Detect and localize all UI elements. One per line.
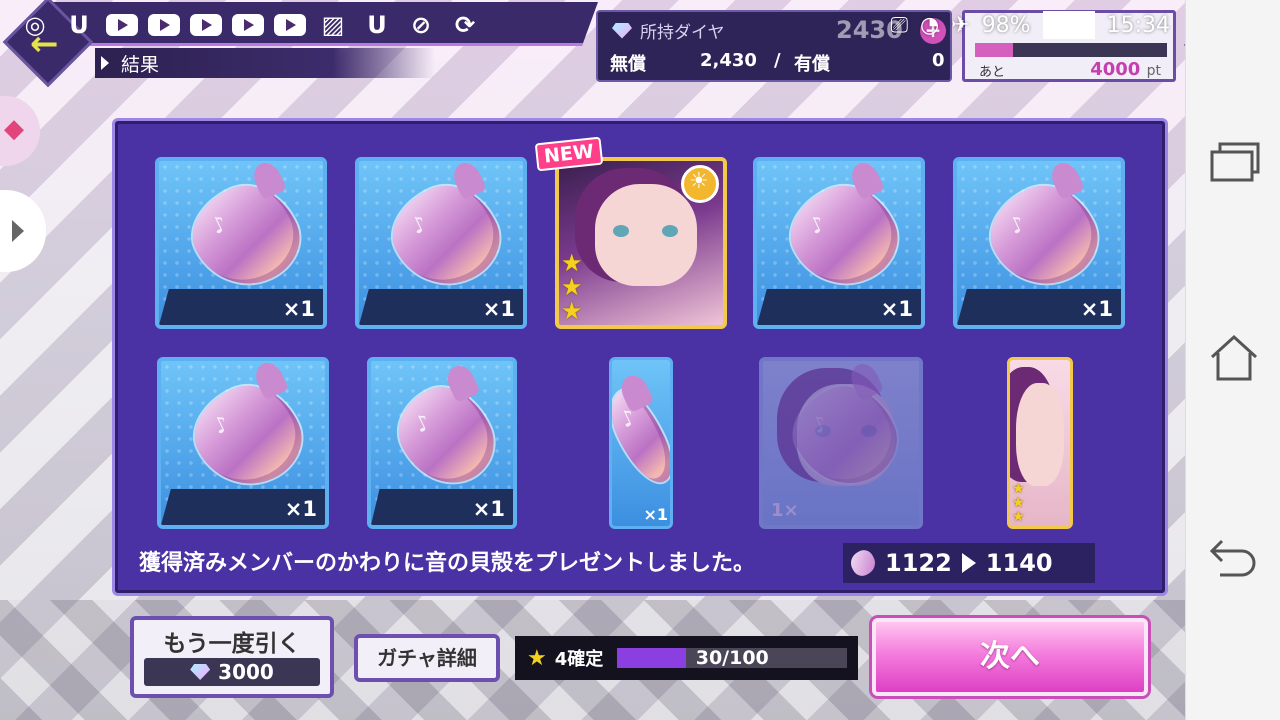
clock: 15:34 xyxy=(1106,12,1170,38)
arrow-right-icon xyxy=(961,553,976,573)
home-button[interactable] xyxy=(1208,332,1260,384)
back-nav-button[interactable] xyxy=(1208,532,1260,584)
youtube-icon xyxy=(190,14,222,36)
result-card-shell[interactable]: ×1 xyxy=(355,157,527,329)
youtube-icon xyxy=(232,14,264,36)
guarantee-counter: ★ 4確定 30/100 xyxy=(515,636,858,680)
item-quantity: ×1 xyxy=(880,297,913,321)
result-card-shell[interactable]: ×1 xyxy=(367,357,517,529)
rarity-stars: ★ ★ ★ xyxy=(1012,482,1025,524)
system-status: ⎚ ◔ ✈ 98% 15:34 xyxy=(890,8,1170,42)
item-quantity: ×1 xyxy=(282,297,315,321)
recent-apps-button[interactable] xyxy=(1208,135,1260,187)
star-icon: ★ xyxy=(561,249,583,277)
next-button[interactable]: 次へ xyxy=(872,618,1148,696)
result-card-shell[interactable]: ×1 xyxy=(155,157,327,329)
diamond-breakdown: 無償 2,430 / 有償 0 xyxy=(608,48,946,75)
attribute-happy-icon xyxy=(681,165,719,203)
gamepad-icon: ◆ xyxy=(4,114,24,144)
shell-count-before: 1122 xyxy=(885,549,952,577)
diamond-title: 所持ダイヤ xyxy=(612,18,725,43)
star-icon: ★ xyxy=(561,297,583,325)
airplane-icon: ✈ xyxy=(951,12,970,38)
star-icon: ★ xyxy=(1012,495,1025,511)
star-icon: ★ xyxy=(561,273,583,301)
youtube-icon xyxy=(274,14,306,36)
youtube-icon xyxy=(106,14,138,36)
item-quantity: ×1 xyxy=(482,297,515,321)
member-portrait xyxy=(595,183,697,286)
draw-again-label: もう一度引く xyxy=(163,631,301,657)
points-remaining-value: 4000 pt xyxy=(1090,59,1161,80)
star-icon: ★ xyxy=(1012,509,1025,525)
member-portrait xyxy=(1016,383,1064,487)
guarantee-progress-text: 30/100 xyxy=(695,647,769,669)
shell-count-change: 1122 1140 xyxy=(843,543,1095,583)
result-card-shell[interactable]: ×1 xyxy=(953,157,1125,329)
star-icon: ★ xyxy=(1012,481,1025,497)
shell-icon xyxy=(179,170,313,303)
draw-again-button[interactable]: もう一度引く 3000 xyxy=(130,616,334,698)
battery-icon xyxy=(1042,11,1095,39)
free-label: 無償 xyxy=(610,54,646,75)
no-sync-icon: ⊘ xyxy=(410,11,432,39)
result-card-shell[interactable]: ×1 xyxy=(753,157,925,329)
shell-icon xyxy=(612,382,670,491)
item-quantity: ×1 xyxy=(643,505,668,524)
screen-title-bar: 結果 xyxy=(95,48,435,78)
result-card-member-flipping[interactable]: ★ ★ ★ xyxy=(1007,357,1073,529)
title-arrow-icon xyxy=(101,56,109,70)
points-remaining-label: あと xyxy=(979,65,1006,80)
gacha-result-panel: ×1 ×1 ★ ★ ★ ×1 ×1 ×1 ×1 × xyxy=(112,118,1168,596)
points-progress-fill xyxy=(975,43,1014,57)
guarantee-progress-bar: 30/100 xyxy=(617,647,848,669)
gacha-details-button[interactable]: ガチャ詳細 xyxy=(354,634,500,682)
result-card-flipping[interactable]: ×1 xyxy=(609,357,673,529)
shell-icon xyxy=(777,170,911,303)
diamond-title-label: 所持ダイヤ xyxy=(640,23,725,43)
result-card-shell[interactable]: ×1 xyxy=(157,357,329,529)
item-quantity: 1× xyxy=(771,500,799,521)
item-quantity: ×1 xyxy=(284,497,317,521)
shell-icon xyxy=(379,170,513,303)
gallery-icon: ▨ xyxy=(321,11,345,39)
duplicate-message: 獲得済みメンバーのかわりに音の貝殻をプレゼントしました。 xyxy=(139,551,756,576)
shell-icon xyxy=(977,170,1111,303)
diamond-icon xyxy=(612,22,632,39)
guarantee-label: 4確定 xyxy=(554,649,604,670)
youtube-icon xyxy=(148,14,180,36)
battery-percent: 98% xyxy=(981,12,1031,38)
points-progress-bar xyxy=(975,43,1167,57)
recent-apps-icon xyxy=(1210,142,1260,182)
home-icon xyxy=(1210,334,1258,381)
android-navigation-bar xyxy=(1185,0,1280,720)
paid-value: 0 xyxy=(932,50,945,71)
separator: / xyxy=(774,50,781,71)
item-quantity: ×1 xyxy=(1080,297,1113,321)
shell-icon xyxy=(385,373,507,500)
wifi-icon: ◔ xyxy=(920,12,940,38)
draw-again-cost: 3000 xyxy=(144,658,320,686)
screen-title: 結果 xyxy=(121,53,160,76)
back-nav-icon xyxy=(1209,539,1256,577)
shell-count-after: 1140 xyxy=(985,549,1053,577)
rarity-stars: ★ ★ ★ xyxy=(561,251,583,323)
star-icon: ★ xyxy=(527,645,547,671)
shell-icon xyxy=(181,370,315,503)
diamond-icon xyxy=(190,664,211,680)
paid-label: 有償 xyxy=(794,54,830,75)
result-card-member-new[interactable]: ★ ★ ★ xyxy=(555,157,727,329)
result-card-member-fading[interactable]: 1× xyxy=(759,357,923,529)
cast-icon: ⎚ xyxy=(890,12,909,38)
item-quantity: ×1 xyxy=(472,497,505,521)
free-value: 2,430 xyxy=(700,50,757,71)
shell-icon xyxy=(846,546,880,580)
shell-icon xyxy=(781,371,911,502)
u-app-icon: U xyxy=(69,11,89,39)
u-app-icon: U xyxy=(367,11,387,39)
instagram-icon: ◎ xyxy=(24,11,46,39)
status-bar-notifications: ◎ U ▨ U ⊘ ⟳ xyxy=(18,8,482,42)
sync-check-icon: ⟳ xyxy=(454,11,476,39)
